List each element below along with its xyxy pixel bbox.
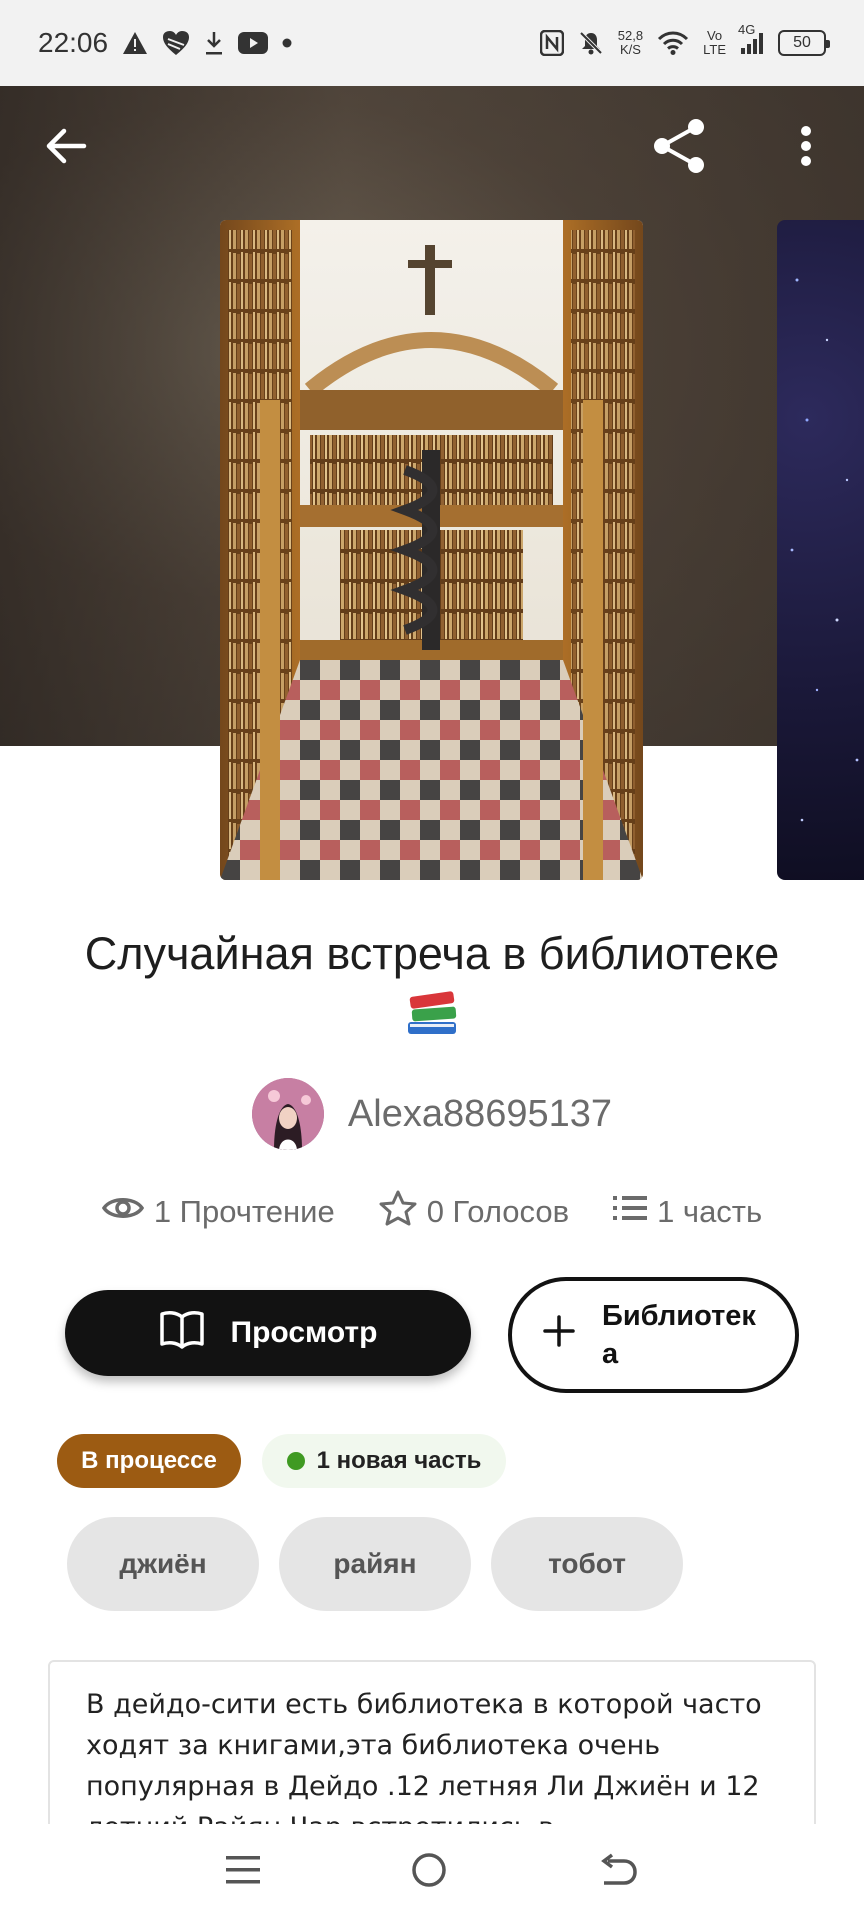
books-emoji-icon (402, 986, 462, 1042)
book-open-icon (159, 1309, 205, 1357)
share-icon (650, 117, 710, 180)
dot-icon (282, 38, 292, 48)
starry-cover-art (790, 278, 859, 822)
more-vertical-icon (800, 125, 812, 172)
new-parts-label: 1 новая часть (316, 1447, 482, 1474)
new-parts-badge: 1 новая часть (262, 1434, 506, 1488)
youtube-icon (238, 32, 269, 54)
battery-indicator: 50 (778, 30, 830, 56)
menu-icon (225, 1855, 260, 1889)
add-to-library-button[interactable]: Библиотека (508, 1277, 799, 1393)
back-arrow-icon (598, 1853, 638, 1891)
plus-icon (542, 1314, 576, 1356)
stats-row: 1 Прочтение 0 Голосов 1 часть (0, 1190, 864, 1234)
wifi-icon (657, 31, 689, 55)
more-options-button[interactable] (776, 118, 836, 178)
stat-parts: 1 часть (613, 1194, 762, 1230)
tag-list: джиён райян тобот (67, 1517, 683, 1611)
tag-chip[interactable]: райян (279, 1517, 471, 1611)
read-button[interactable]: Просмотр (65, 1290, 471, 1376)
library-cover-art (220, 220, 643, 880)
next-book-cover[interactable] (777, 220, 864, 880)
read-button-label: Просмотр (230, 1316, 378, 1349)
book-cover[interactable] (220, 220, 643, 880)
mute-icon (578, 30, 604, 56)
author-name[interactable]: Alexa88695137 (348, 1093, 612, 1136)
library-button-label: Библиотека (602, 1300, 756, 1370)
back-button[interactable] (36, 118, 96, 178)
volte-indicator: Vo LTE (703, 28, 726, 57)
heart-app-icon (162, 30, 190, 56)
warning-icon (122, 31, 148, 55)
avatar[interactable] (251, 1078, 324, 1150)
parts-count: 1 часть (657, 1194, 763, 1229)
tag-chip[interactable]: джиён (67, 1517, 259, 1611)
star-icon (379, 1190, 417, 1234)
author-row[interactable]: Alexa88695137 (0, 1078, 864, 1150)
home-button[interactable] (411, 1852, 447, 1893)
status-time: 22:06 (38, 27, 109, 58)
nfc-icon (539, 30, 564, 56)
reads-count: 1 Прочтение (153, 1194, 335, 1229)
tag-chip[interactable]: тобот (491, 1517, 683, 1611)
system-back-button[interactable] (598, 1853, 638, 1892)
stat-votes: 0 Голосов (379, 1190, 569, 1234)
new-indicator-dot-icon (286, 1452, 305, 1470)
description-box[interactable]: В дейдо-сити есть библиотека в которой ч… (48, 1660, 816, 1830)
eye-icon (101, 1193, 144, 1231)
download-icon (204, 30, 224, 56)
recent-apps-button[interactable] (225, 1855, 260, 1890)
signal-icon: 4G (738, 22, 764, 54)
network-speed: 52,8 K/S (617, 28, 644, 57)
home-circle-icon (411, 1852, 447, 1892)
story-title: Случайная встреча в библиотеке (84, 928, 780, 979)
stat-reads: 1 Прочтение (101, 1193, 335, 1231)
description-text: В дейдо-сити есть библиотека в которой ч… (86, 1689, 762, 1830)
system-nav-bar (0, 1824, 864, 1920)
share-button[interactable] (650, 118, 710, 178)
status-badge: В процессе (57, 1434, 241, 1488)
arrow-left-icon (44, 126, 88, 171)
list-icon (613, 1194, 648, 1230)
status-bar: 22:06 52,8 K/S Vo LTE 4G 50 (0, 0, 864, 86)
votes-count: 0 Голосов (426, 1194, 570, 1229)
